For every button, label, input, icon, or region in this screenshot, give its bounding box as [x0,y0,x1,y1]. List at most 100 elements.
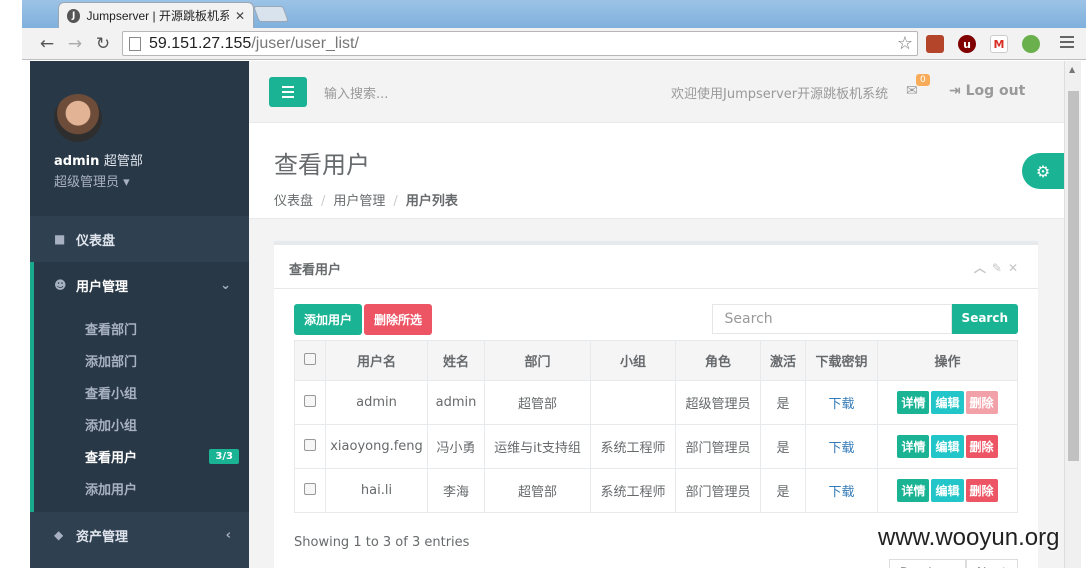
cell-dept: 超管部 [484,468,591,513]
tab-close-icon[interactable]: ✕ [235,9,245,23]
sidebar-item-dashboard[interactable]: ■ 仪表盘 [30,216,249,262]
edit-button[interactable]: 编辑 [931,391,964,414]
subnav-add-user[interactable]: 添加用户 [34,472,249,504]
delete-button[interactable]: 删除 [965,435,998,458]
user-table: 用户名 姓名 部门 小组 角色 激活 下载密钥 操作 admin admin 超… [294,340,1018,513]
sidebar-item-user-mgmt[interactable]: ☻ 用户管理 ⌄ [30,262,249,308]
ublock-icon[interactable]: u [958,35,976,53]
col-dept[interactable]: 部门 [484,340,591,381]
search-button[interactable]: Search [951,304,1018,334]
table-row: admin admin 超管部 超级管理员 是 下载 详情 编辑 删除 [294,380,1018,425]
delete-button[interactable]: 删除 [965,391,998,414]
page-heading: 查看用户 仪表盘 / 用户管理 / 用户列表 ⚙ [249,123,1064,219]
detail-button[interactable]: 详情 [897,479,930,502]
back-arrow-icon[interactable]: ← [36,34,58,54]
sidebar-submenu: 查看部门 添加部门 查看小组 添加小组 查看用户 3/3 添加用户 [30,308,249,512]
cell-name: 冯小勇 [427,424,485,469]
edit-button[interactable]: 编辑 [931,479,964,502]
scroll-thumb[interactable] [1068,91,1079,461]
profile-role-dropdown[interactable]: 超级管理员 ▾ [54,171,249,190]
new-tab-button[interactable] [253,6,289,22]
extension-book-icon[interactable] [926,35,944,53]
col-name[interactable]: 姓名 [427,340,485,381]
edit-button[interactable]: 编辑 [931,435,964,458]
previous-page-button[interactable]: Previous [888,559,966,568]
next-page-button[interactable]: Next [965,559,1018,568]
subnav-view-dept[interactable]: 查看部门 [34,312,249,344]
bookmark-star-icon[interactable]: ☆ [897,33,913,54]
detail-button[interactable]: 详情 [897,435,930,458]
subnav-label: 查看小组 [85,386,138,402]
subnav-label: 添加部门 [85,354,138,370]
subnav-view-user[interactable]: 查看用户 3/3 [34,440,249,472]
select-all-cell [294,340,326,381]
chrome-menu-icon[interactable] [1060,36,1074,51]
settings-gear-button[interactable]: ⚙ [1022,153,1064,189]
close-icon[interactable]: ✕ [1008,261,1024,275]
delete-selected-button[interactable]: 删除所选 [364,304,433,335]
col-group[interactable]: 小组 [590,340,676,381]
cell-active: 是 [760,380,806,425]
download-key-link[interactable]: 下载 [828,397,854,412]
col-role[interactable]: 角色 [675,340,761,381]
url-path: /juser/user_list/ [251,34,359,52]
wrench-icon[interactable]: ✎ [992,261,1008,275]
chevron-left-icon: ‹ [225,527,231,543]
sidebar-item-label: 用户管理 [76,279,129,295]
page-title: 查看用户 [274,151,370,179]
col-download-key[interactable]: 下载密钥 [805,340,878,381]
page-scrollbar[interactable]: ▲ [1064,61,1081,568]
panel-header: 查看用户 ︿✎✕ [274,245,1038,289]
subnav-label: 添加小组 [85,418,138,434]
cell-dept: 超管部 [484,380,591,425]
browser-tab[interactable]: J Jumpserver | 开源跳板机系 ✕ [58,2,254,28]
collapse-icon[interactable]: ︿ [974,261,992,275]
address-bar[interactable]: 59.151.27.155/juser/user_list/ ☆ [122,31,918,56]
browser-toolbar: ← → ↻ 59.151.27.155/juser/user_list/ ☆ u… [22,28,1086,60]
breadcrumb-user-mgmt[interactable]: 用户管理 [333,194,385,209]
detail-button[interactable]: 详情 [897,391,930,414]
download-key-link[interactable]: 下载 [828,485,854,500]
sidebar: admin 超管部 超级管理员 ▾ ■ 仪表盘 ☻ 用户管理 ⌄ 查看部门 添加… [30,61,249,568]
cube-icon: ◆ [54,528,64,542]
subnav-add-dept[interactable]: 添加部门 [34,344,249,376]
col-username[interactable]: 用户名 [325,340,428,381]
delete-button[interactable]: 删除 [965,479,998,502]
row-checkbox[interactable] [304,438,316,451]
col-active[interactable]: 激活 [760,340,806,381]
cell-username: hai.li [325,468,428,513]
subnav-view-group[interactable]: 查看小组 [34,376,249,408]
pagination: Previous Next [888,559,1018,568]
download-key-link[interactable]: 下载 [828,441,854,456]
search-input[interactable]: Search [711,304,952,334]
gmail-icon[interactable]: M [990,35,1008,53]
extension-green-icon[interactable] [1022,35,1040,53]
avatar[interactable] [54,94,102,142]
select-all-checkbox[interactable] [304,352,316,365]
forward-arrow-icon[interactable]: → [64,34,86,54]
top-search-input[interactable]: 输入搜索... [324,83,388,102]
scroll-up-icon[interactable]: ▲ [1069,65,1075,74]
sidebar-item-asset-mgmt[interactable]: ◆ 资产管理 ‹ [30,512,249,558]
logout-link[interactable]: ⇥ Log out [949,83,1025,99]
user-panel: 查看用户 ︿✎✕ 添加用户 删除所选 Search Search 用户名 姓名 部… [274,241,1038,568]
user-count-badge: 3/3 [209,448,239,464]
cell-group: 系统工程师 [590,468,676,513]
row-checkbox[interactable] [304,394,316,407]
add-user-button[interactable]: 添加用户 [294,304,363,335]
cell-role: 超级管理员 [675,380,761,425]
subnav-label: 查看用户 [85,450,138,466]
main-content: 输入搜索... 欢迎使用Jumpserver开源跳板机系统 ✉ 0 ⇥ Log … [249,61,1064,568]
subnav-add-group[interactable]: 添加小组 [34,408,249,440]
caret-down-icon: ▾ [123,175,130,190]
table-row: xiaoyong.feng 冯小勇 运维与it支持组 系统工程师 部门管理员 是… [294,424,1018,469]
envelope-icon[interactable]: ✉ [906,83,918,99]
breadcrumb-dashboard[interactable]: 仪表盘 [274,194,313,209]
reload-icon[interactable]: ↻ [92,34,114,54]
top-navbar: 输入搜索... 欢迎使用Jumpserver开源跳板机系统 ✉ 0 ⇥ Log … [249,61,1064,123]
col-actions: 操作 [877,340,1018,381]
cell-role: 部门管理员 [675,424,761,469]
menu-toggle-button[interactable] [269,77,307,107]
row-checkbox[interactable] [304,482,316,495]
browser-tabstrip: J Jumpserver | 开源跳板机系 ✕ [22,0,1086,28]
